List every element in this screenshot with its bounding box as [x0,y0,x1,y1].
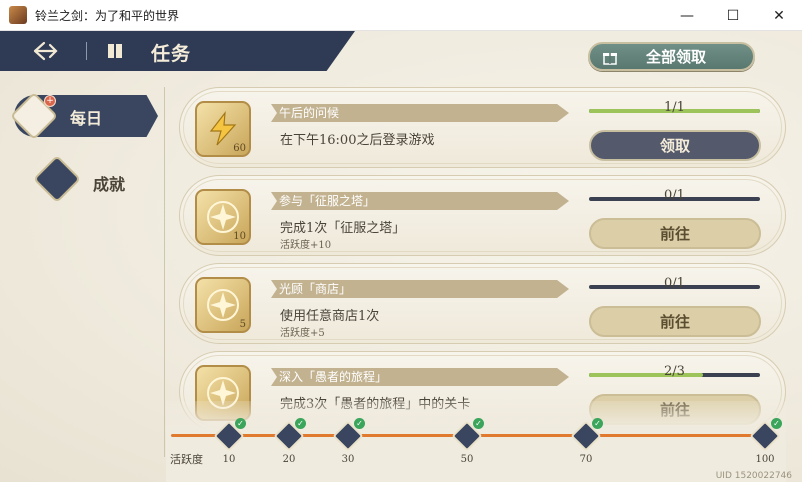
milestone-value: 30 [341,454,355,465]
milestone-value: 50 [460,454,474,465]
claim-all-label: 全部领取 [646,48,707,66]
trophy-icon[interactable] [32,154,82,204]
milestone-chest[interactable]: ✓ [273,418,306,452]
progress-text: 2/3 [664,364,685,379]
milestone-value: 20 [282,454,296,465]
task-name: 参与「征服之塔」 [271,192,569,210]
user-id: UID 1520022746 [715,471,792,481]
check-icon: ✓ [473,418,484,429]
milestone-chest[interactable]: ✓ [213,418,246,452]
check-icon: ✓ [354,418,365,429]
go-button[interactable]: 前往 [589,218,761,249]
progress-text: 0/1 [664,188,685,203]
book-icon[interactable] [106,42,124,60]
milestone-value: 10 [222,454,236,465]
task-name: 深入「愚者的旅程」 [271,368,569,386]
maximize-button[interactable]: ☐ [710,0,756,31]
milestone-value: 100 [755,454,775,465]
window-titlebar: 铃兰之剑：为了和平的世界 — ☐ ✕ [0,0,802,31]
activity-reward: 活跃度+10 [280,240,332,251]
reward-count: 5 [239,319,246,330]
close-button[interactable]: ✕ [756,0,802,31]
app-icon [9,6,27,24]
go-button[interactable]: 前往 [589,306,761,337]
progress-text: 0/1 [664,276,685,291]
claim-button[interactable]: 领取 [589,130,761,161]
notification-badge: + [44,95,56,107]
reward-count: 60 [233,143,246,154]
task-description: 在下午16:00之后登录游戏 [280,133,435,148]
milestone-chest[interactable]: ✓ [332,418,365,452]
reward-count: 10 [233,231,246,242]
check-icon: ✓ [295,418,306,429]
check-icon: ✓ [235,418,246,429]
task-card: 60 午后的问候 在下午16:00之后登录游戏 1/1 领取 [179,87,786,168]
page-title: 任务 [151,43,192,65]
check-icon: ✓ [771,418,782,429]
game-area: 任务 全部领取 + 每日 成就 60 午后的问候 在下午16:00之后登录游戏 … [0,31,802,482]
task-name: 光顾「商店」 [271,280,569,298]
lightning-icon: 60 [195,101,251,157]
task-description: 使用任意商店1次 [280,309,380,324]
milestone-chest[interactable]: ✓ [749,418,782,452]
gift-icon [602,49,618,65]
window-title: 铃兰之剑：为了和平的世界 [35,8,180,23]
emblem-icon: 10 [195,189,251,245]
activity-reward: 活跃度+5 [280,328,325,339]
milestone-value: 70 [579,454,593,465]
task-card: 10 参与「征服之塔」 完成1次「征服之塔」 活跃度+10 0/1 前往 [179,175,786,256]
window-controls: — ☐ ✕ [664,0,802,31]
milestone-chest[interactable]: ✓ [451,418,484,452]
task-name: 午后的问候 [271,104,569,122]
back-icon[interactable] [32,40,62,62]
check-icon: ✓ [592,418,603,429]
header-separator [86,42,87,60]
task-description: 完成1次「征服之塔」 [280,221,406,236]
claim-all-button[interactable]: 全部领取 [588,42,755,71]
tab-achievements-label[interactable]: 成就 [93,171,125,195]
minimize-button[interactable]: — [664,0,710,31]
task-card: 5 光顾「商店」 使用任意商店1次 活跃度+5 0/1 前往 [179,263,786,344]
progress-text: 1/1 [664,100,685,115]
milestone-chest[interactable]: ✓ [570,418,603,452]
tab-daily-label: 每日 [70,109,103,128]
activity-label: 活跃度 [170,453,203,466]
divider [164,87,165,457]
emblem-icon: 5 [195,277,251,333]
